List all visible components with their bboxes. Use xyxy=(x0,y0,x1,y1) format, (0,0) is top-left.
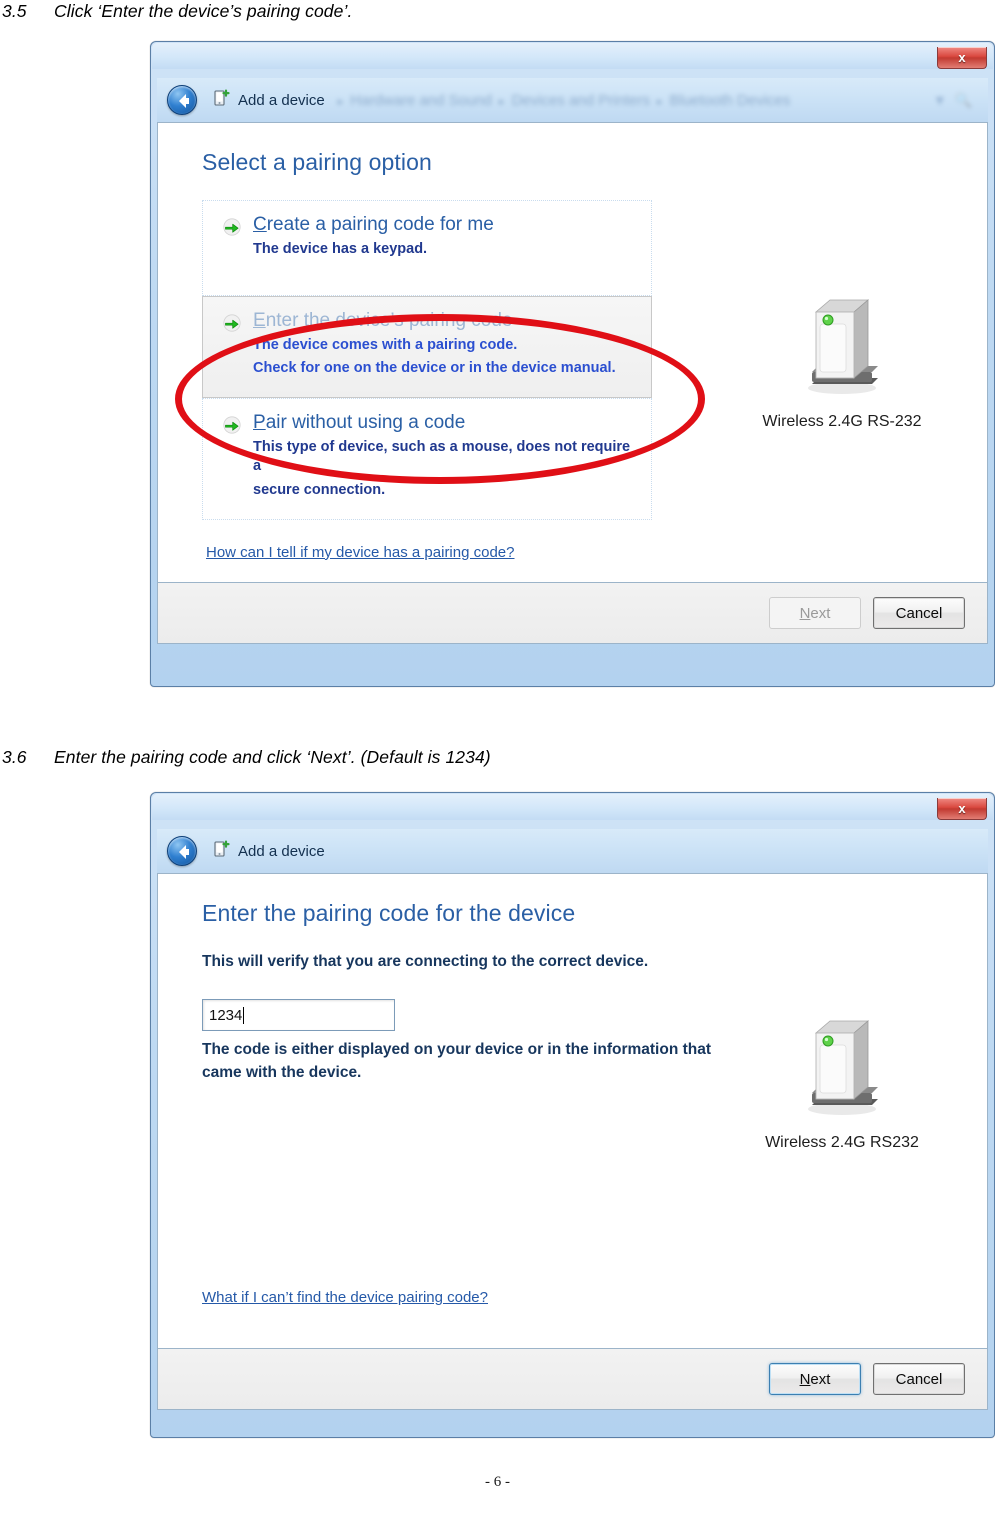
green-arrow-icon xyxy=(223,314,241,332)
option-enter-the-devices-pairing-code[interactable]: Enter the device’s pairing code The devi… xyxy=(202,296,652,398)
green-arrow-icon xyxy=(223,416,241,434)
green-arrow-icon xyxy=(223,218,241,236)
option-description-line: Check for one on the device or in the de… xyxy=(253,360,616,377)
option-accel-key: E xyxy=(253,310,266,331)
page-title: Select a pairing option xyxy=(202,149,432,175)
dialog-1-content-pane: Select a pairing option Create a pairing… xyxy=(157,122,988,582)
breadcrumb-item-hardware-and-sound[interactable]: Hardware and Sound xyxy=(350,92,492,109)
pairing-option-list: Create a pairing code for me The device … xyxy=(202,200,652,520)
option-description-line: secure connection. xyxy=(253,481,386,498)
add-a-device-window-pairing-option: x Add a device ▸ Hardware and Sound ▸ Devic… xyxy=(150,41,995,687)
close-icon[interactable]: x xyxy=(937,47,987,69)
add-device-icon xyxy=(211,839,231,864)
dialog-2-button-bar: Next Cancel xyxy=(157,1348,988,1410)
back-icon[interactable] xyxy=(167,836,197,866)
cancel-button[interactable]: Cancel xyxy=(873,1363,965,1395)
next-button[interactable]: Next xyxy=(769,1363,861,1395)
pairing-code-hint: The code is either displayed on your dev… xyxy=(202,1039,722,1084)
device-icon xyxy=(808,1020,878,1115)
option-accel-key: C xyxy=(253,214,267,235)
dialog-2-nav-title: Add a device xyxy=(238,842,325,860)
option-description-line: The device has a keypad. xyxy=(253,240,428,257)
device-preview: Wireless 2.4G RS-232 xyxy=(737,288,947,431)
next-label-rest: ext xyxy=(810,604,831,622)
next-button: Next xyxy=(769,597,861,629)
next-accel-key: N xyxy=(799,604,811,622)
pairing-code-input[interactable]: 1234 xyxy=(202,999,395,1032)
step-3-6-number: 3.6 xyxy=(2,747,27,767)
option-title[interactable]: Enter the device’s pairing code xyxy=(253,310,513,331)
text-caret xyxy=(243,1006,245,1024)
dialog-2-content-pane: Enter the pairing code for the device Th… xyxy=(157,873,988,1348)
option-title[interactable]: Create a pairing code for me xyxy=(253,214,494,235)
option-title-rest: reate a pairing code for me xyxy=(266,214,494,235)
step-3-5-caption: 3.5 Click ‘Enter the device’s pairing cod… xyxy=(2,1,352,22)
add-a-device-window-enter-code: x Add a device Enter the pairing code fo… xyxy=(150,792,995,1438)
option-title-rest: nter the device’s pairing code xyxy=(265,310,513,331)
dialog-1-navigation-bar: Add a device ▸ Hardware and Sound ▸ Devices… xyxy=(157,78,988,122)
pairing-code-value: 1234 xyxy=(209,1006,243,1024)
option-description-line: This type of device, such as a mouse, do… xyxy=(253,438,631,475)
help-link-pairing-code[interactable]: How can I tell if my device has a pairin… xyxy=(206,544,515,561)
device-name-label: Wireless 2.4G RS232 xyxy=(765,1134,919,1151)
dialog-1-button-bar: Next Cancel xyxy=(157,582,988,644)
pairing-code-hint-line: The code is either displayed on your dev… xyxy=(202,1041,712,1059)
breadcrumb-item-devices-and-printers[interactable]: Devices and Printers xyxy=(512,92,650,109)
option-accel-key: P xyxy=(253,411,266,433)
next-label-rest: ext xyxy=(810,1370,831,1388)
step-3-6-text: Enter the pairing code and click ‘Next’.… xyxy=(54,747,491,767)
option-title[interactable]: Pair without using a code xyxy=(253,412,465,433)
search-icon[interactable]: ▼ 🔍 xyxy=(933,92,972,109)
intro-text: This will verify that you are connecting… xyxy=(202,953,649,970)
step-3-5-number: 3.5 xyxy=(2,1,27,21)
option-pair-without-using-a-code[interactable]: Pair without using a code This type of d… xyxy=(202,397,652,520)
add-device-icon xyxy=(211,88,231,113)
close-icon[interactable]: x xyxy=(937,798,987,820)
breadcrumb-separator-2: ▸ xyxy=(656,95,663,108)
dialog-2-navigation-bar: Add a device xyxy=(157,829,988,873)
step-3-6-caption: 3.6 Enter the pairing code and click ‘Nex… xyxy=(2,747,491,768)
breadcrumb-item-bluetooth-devices[interactable]: Bluetooth Devices xyxy=(670,92,791,109)
dialog-1-title-bar: x xyxy=(157,47,988,78)
page-number: - 6 - xyxy=(485,1474,510,1490)
breadcrumb[interactable]: ▸ Hardware and Sound ▸ Devices and Printers… xyxy=(331,92,791,109)
help-link-cant-find-code[interactable]: What if I can’t find the device pairing … xyxy=(202,1289,488,1306)
breadcrumb-separator-0: ▸ xyxy=(337,95,344,108)
device-name-label: Wireless 2.4G RS-232 xyxy=(762,413,922,430)
option-title-rest: air without using a code xyxy=(265,411,466,433)
cancel-button[interactable]: Cancel xyxy=(873,597,965,629)
device-preview: Wireless 2.4G RS232 xyxy=(737,1009,947,1152)
option-create-a-pairing-code-for-me[interactable]: Create a pairing code for me The device … xyxy=(202,200,652,296)
page-title: Enter the pairing code for the device xyxy=(202,900,576,926)
back-icon[interactable] xyxy=(167,85,197,115)
pairing-code-hint-line: came with the device. xyxy=(202,1063,362,1081)
breadcrumb-separator-1: ▸ xyxy=(499,95,505,108)
option-description-line: The device comes with a pairing code. xyxy=(253,336,518,353)
next-accel-key: N xyxy=(799,1370,811,1388)
step-3-5-text: Click ‘Enter the device’s pairing code’. xyxy=(54,1,353,21)
dialog-1-nav-title: Add a device xyxy=(238,91,325,109)
dialog-2-title-bar: x xyxy=(157,798,988,829)
device-icon xyxy=(808,299,878,394)
